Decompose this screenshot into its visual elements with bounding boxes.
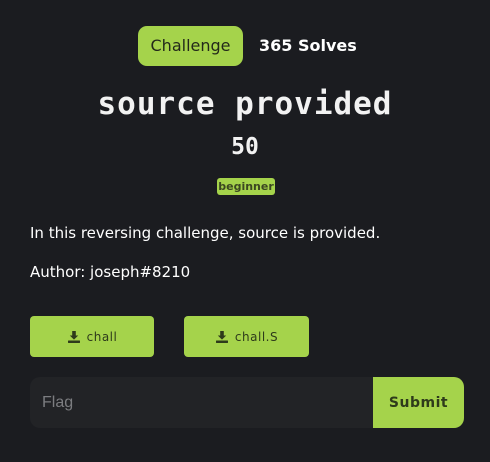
download-chall-s-button[interactable]: chall.S xyxy=(184,316,309,357)
challenge-header: Challenge 365 Solves xyxy=(0,26,490,66)
submit-button[interactable]: Submit xyxy=(373,377,464,428)
tab-challenge[interactable]: Challenge xyxy=(138,26,243,66)
flag-form: Submit xyxy=(30,377,464,428)
challenge-author: Author: joseph#8210 xyxy=(30,263,191,281)
download-icon xyxy=(215,330,229,344)
challenge-title: source provided xyxy=(97,86,393,122)
flag-input[interactable] xyxy=(30,377,373,428)
file-label: chall.S xyxy=(234,329,279,344)
download-chall-button[interactable]: chall xyxy=(30,316,154,357)
category-badge: beginner xyxy=(217,178,275,195)
challenge-description: In this reversing challenge, source is p… xyxy=(30,224,381,242)
challenge-points: 50 xyxy=(231,134,259,160)
tab-solves[interactable]: 365 Solves xyxy=(259,26,357,66)
file-label: chall xyxy=(86,329,118,344)
download-icon xyxy=(67,330,81,344)
